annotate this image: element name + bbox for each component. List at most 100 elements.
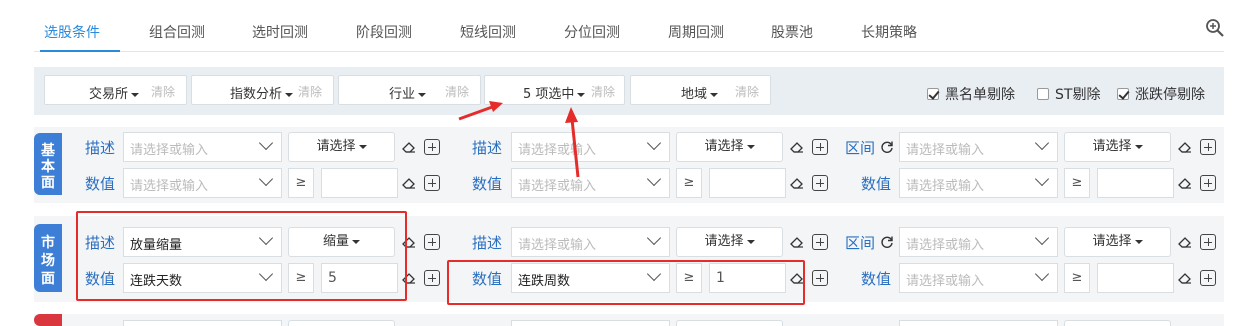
- blacklist-exclude-checkbox[interactable]: 黑名单剔除: [927, 84, 1015, 104]
- refresh-icon[interactable]: [880, 140, 894, 154]
- section-tag-third: [34, 314, 62, 326]
- add-icon[interactable]: [812, 175, 828, 191]
- eraser-icon[interactable]: [790, 176, 804, 190]
- ge-operator[interactable]: ≥: [288, 168, 314, 198]
- tab-stock-pool[interactable]: 股票池: [771, 22, 813, 42]
- st-exclude-checkbox[interactable]: ST剔除: [1037, 84, 1100, 104]
- add-icon[interactable]: [424, 139, 440, 155]
- value-number-input[interactable]: [709, 168, 786, 198]
- checkbox-unchecked-icon: [1037, 88, 1049, 100]
- desc-select[interactable]: 请选择: [288, 132, 395, 162]
- limit-exclude-checkbox[interactable]: 涨跌停剔除: [1117, 84, 1205, 104]
- add-icon[interactable]: [812, 270, 828, 286]
- checkbox-checked-icon: [927, 88, 939, 100]
- eraser-icon[interactable]: [790, 235, 804, 249]
- select-partial[interactable]: [288, 320, 395, 326]
- desc-select[interactable]: 请选择: [676, 227, 783, 257]
- value-combo[interactable]: 请选择或输入: [899, 263, 1058, 293]
- caret-down-icon: [285, 92, 294, 97]
- index-analysis-dropdown[interactable]: 指数分析 清除: [191, 75, 334, 105]
- tab-portfolio-backtest[interactable]: 组合回测: [149, 22, 205, 42]
- section-tag-market: 市场面: [34, 224, 62, 292]
- eraser-icon[interactable]: [1178, 140, 1192, 154]
- value-label: 数值: [861, 175, 892, 193]
- value-label: 数值: [85, 175, 116, 193]
- desc-label: 描述: [85, 139, 116, 157]
- range-select[interactable]: 请选择: [1064, 132, 1171, 162]
- add-icon[interactable]: [1200, 270, 1216, 286]
- ge-operator[interactable]: ≥: [676, 168, 702, 198]
- refresh-icon[interactable]: [880, 235, 894, 249]
- exchange-clear[interactable]: 清除: [151, 83, 175, 100]
- chevron-down-icon: [646, 171, 662, 187]
- caret-down-icon: [131, 92, 140, 97]
- add-icon[interactable]: [812, 234, 828, 250]
- chevron-down-icon: [1034, 266, 1050, 282]
- value-combo[interactable]: 请选择或输入: [899, 168, 1058, 198]
- highlight-box-market-left: [76, 211, 407, 301]
- chevron-down-icon: [1034, 230, 1050, 246]
- range-combo[interactable]: 请选择或输入: [899, 227, 1058, 257]
- chevron-down-icon: [646, 230, 662, 246]
- section-third-partial: [34, 314, 1224, 326]
- tab-shortterm-backtest[interactable]: 短线回测: [460, 22, 516, 42]
- active-tab-underline: [40, 50, 120, 52]
- caret-down-icon: [746, 239, 755, 244]
- range-select[interactable]: 请选择: [1064, 227, 1171, 257]
- eraser-icon[interactable]: [1178, 271, 1192, 285]
- desc-combo[interactable]: 请选择或输入: [511, 227, 670, 257]
- range-combo[interactable]: 请选择或输入: [899, 132, 1058, 162]
- add-icon[interactable]: [1200, 175, 1216, 191]
- add-icon[interactable]: [1200, 234, 1216, 250]
- value-number-input[interactable]: [321, 168, 398, 198]
- highlight-box-market-weeks: [447, 260, 805, 305]
- value-label: 数值: [861, 270, 892, 288]
- eraser-icon[interactable]: [1178, 235, 1192, 249]
- tab-stage-backtest[interactable]: 阶段回测: [356, 22, 412, 42]
- caret-down-icon: [710, 92, 719, 97]
- tab-quantile-backtest[interactable]: 分位回测: [564, 22, 620, 42]
- annotation-arrows: [458, 101, 580, 178]
- top-tab-bar: 选股条件 组合回测 选时回测 阶段回测 短线回测 分位回测 周期回测 股票池 长…: [34, 0, 1224, 52]
- chevron-down-icon: [258, 171, 274, 187]
- exchange-dropdown[interactable]: 交易所 清除: [44, 75, 187, 105]
- chevron-down-icon: [646, 135, 662, 151]
- tab-timing-backtest[interactable]: 选时回测: [252, 22, 308, 42]
- select-partial[interactable]: [676, 320, 783, 326]
- eraser-icon[interactable]: [790, 140, 804, 154]
- value-number-input[interactable]: [1097, 263, 1174, 293]
- eraser-icon[interactable]: [402, 176, 416, 190]
- caret-down-icon: [418, 92, 427, 97]
- value-combo[interactable]: 请选择或输入: [123, 168, 282, 198]
- add-icon[interactable]: [812, 139, 828, 155]
- desc-combo[interactable]: 请选择或输入: [123, 132, 282, 162]
- region-clear[interactable]: 清除: [735, 83, 759, 100]
- section-tag-basic: 基本面: [34, 133, 62, 195]
- chevron-down-icon: [258, 135, 274, 151]
- tab-stock-selection[interactable]: 选股条件: [44, 22, 100, 42]
- combo-partial[interactable]: [123, 320, 282, 326]
- tab-longterm-strategy[interactable]: 长期策略: [861, 22, 917, 42]
- tab-cycle-backtest[interactable]: 周期回测: [668, 22, 724, 42]
- add-icon[interactable]: [1200, 139, 1216, 155]
- caret-down-icon: [1134, 239, 1143, 244]
- zoom-in-icon[interactable]: [1205, 18, 1225, 38]
- eraser-icon[interactable]: [1178, 176, 1192, 190]
- add-icon[interactable]: [424, 175, 440, 191]
- select-partial[interactable]: [1064, 320, 1171, 326]
- eraser-icon[interactable]: [402, 140, 416, 154]
- combo-partial[interactable]: [899, 320, 1058, 326]
- ge-operator[interactable]: ≥: [1064, 168, 1090, 198]
- index-clear[interactable]: 清除: [298, 83, 322, 100]
- ge-operator[interactable]: ≥: [1064, 263, 1090, 293]
- add-icon[interactable]: [424, 270, 440, 286]
- combo-partial[interactable]: [511, 320, 670, 326]
- chevron-down-icon: [1034, 135, 1050, 151]
- add-icon[interactable]: [424, 234, 440, 250]
- region-dropdown[interactable]: 地域 清除: [630, 75, 771, 105]
- chevron-down-icon: [1034, 171, 1050, 187]
- range-label: 区间: [845, 139, 876, 157]
- caret-down-icon: [1134, 144, 1143, 149]
- value-number-input[interactable]: [1097, 168, 1174, 198]
- desc-select[interactable]: 请选择: [676, 132, 783, 162]
